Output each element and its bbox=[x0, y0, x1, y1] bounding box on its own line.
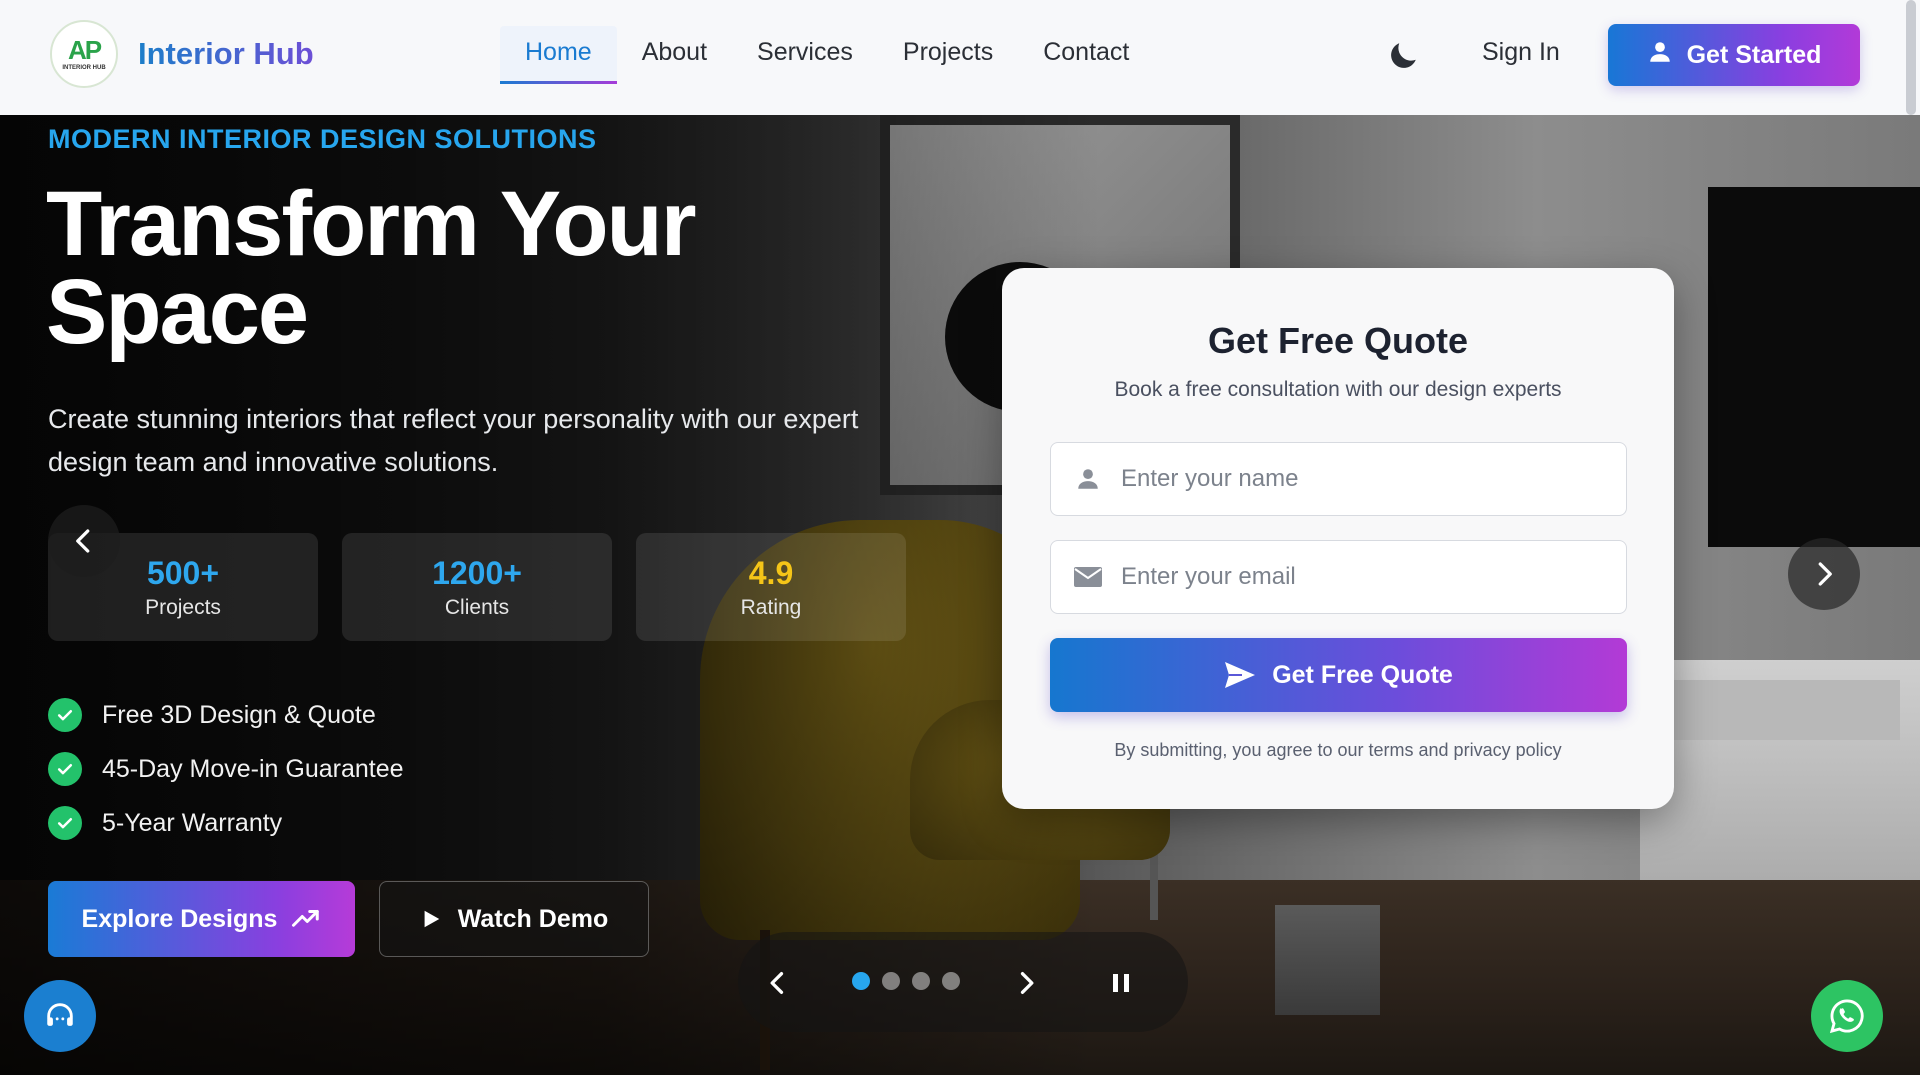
get-free-quote-button[interactable]: Get Free Quote bbox=[1050, 638, 1627, 712]
logo-mark: AP bbox=[67, 35, 102, 65]
sign-in-link[interactable]: Sign In bbox=[1482, 38, 1560, 67]
stat-label: Rating bbox=[740, 595, 802, 619]
user-icon bbox=[1073, 464, 1103, 494]
feature-text: 5-Year Warranty bbox=[102, 808, 283, 837]
play-icon bbox=[424, 910, 439, 928]
background-tv bbox=[1708, 187, 1920, 547]
email-field[interactable] bbox=[1050, 540, 1627, 614]
chevron-left-icon bbox=[770, 972, 784, 994]
quote-card: Get Free Quote Book a free consultation … bbox=[1002, 268, 1674, 809]
explore-designs-button[interactable]: Explore Designs bbox=[48, 881, 355, 957]
hero-prev-arrow[interactable] bbox=[48, 505, 120, 577]
side-table bbox=[1275, 905, 1380, 1015]
main-nav: Home About Services Projects Contact bbox=[500, 26, 1154, 84]
chevron-right-icon bbox=[1020, 972, 1034, 994]
stat-rating: 4.9 Rating bbox=[636, 533, 906, 641]
cabinet-shelf bbox=[1660, 680, 1900, 740]
mail-icon bbox=[1073, 562, 1103, 592]
brand-name[interactable]: Interior Hub bbox=[138, 36, 314, 72]
nav-about[interactable]: About bbox=[617, 26, 732, 82]
feature-item: 5-Year Warranty bbox=[48, 796, 404, 850]
feature-item: Free 3D Design & Quote bbox=[48, 688, 404, 742]
nav-projects[interactable]: Projects bbox=[878, 26, 1018, 82]
slide-dot-2[interactable] bbox=[882, 972, 900, 990]
stat-label: Clients bbox=[444, 595, 510, 619]
check-circle-icon bbox=[48, 752, 82, 786]
slider-pause-button[interactable] bbox=[1101, 963, 1141, 1003]
check-circle-icon bbox=[48, 806, 82, 840]
support-chat-button[interactable] bbox=[24, 980, 96, 1052]
hero-subtext: Create stunning interiors that reflect y… bbox=[48, 404, 859, 477]
send-icon bbox=[1225, 662, 1256, 688]
pause-icon bbox=[1113, 974, 1129, 992]
slide-dot-3[interactable] bbox=[912, 972, 930, 990]
brand-logo[interactable]: AP INTERIOR HUB bbox=[50, 20, 118, 88]
moon-icon[interactable] bbox=[1385, 38, 1421, 74]
chevron-left-icon bbox=[76, 529, 90, 553]
nav-home[interactable]: Home bbox=[500, 26, 617, 84]
user-icon bbox=[1647, 39, 1673, 72]
quote-title: Get Free Quote bbox=[1207, 320, 1469, 361]
stat-label: Projects bbox=[145, 595, 221, 619]
slide-dot-4[interactable] bbox=[942, 972, 960, 990]
submit-label: Get Free Quote bbox=[1272, 660, 1453, 689]
site-header: AP INTERIOR HUB Interior Hub Home About … bbox=[0, 0, 1920, 115]
stat-value: 500+ bbox=[146, 554, 220, 591]
chevron-right-icon bbox=[1818, 562, 1832, 586]
feature-text: Free 3D Design & Quote bbox=[102, 700, 376, 729]
explore-label: Explore Designs bbox=[81, 904, 278, 933]
feature-list: Free 3D Design & Quote 45-Day Move-in Gu… bbox=[48, 688, 404, 850]
slider-prev-button[interactable] bbox=[758, 963, 798, 1003]
feature-item: 45-Day Move-in Guarantee bbox=[48, 742, 404, 796]
whatsapp-button[interactable] bbox=[1811, 980, 1883, 1052]
logo-caption: INTERIOR HUB bbox=[62, 65, 106, 71]
stat-clients: 1200+ Clients bbox=[342, 533, 612, 641]
hero-headline: Transform Your Space bbox=[46, 178, 866, 358]
terms-note: By submitting, you agree to our terms an… bbox=[1114, 740, 1562, 760]
watch-demo-button[interactable]: Watch Demo bbox=[379, 881, 649, 957]
trending-up-icon bbox=[292, 910, 320, 927]
stat-value: 4.9 bbox=[748, 554, 794, 591]
email-input[interactable] bbox=[1121, 563, 1601, 591]
headset-icon bbox=[47, 1003, 73, 1026]
nav-contact[interactable]: Contact bbox=[1018, 26, 1154, 82]
scrollbar-thumb[interactable] bbox=[1906, 0, 1916, 115]
headline-line-2: Space bbox=[46, 261, 309, 363]
slider-next-button[interactable] bbox=[1006, 963, 1046, 1003]
hero-eyebrow: MODERN INTERIOR DESIGN SOLUTIONS bbox=[48, 124, 597, 154]
whatsapp-icon bbox=[1829, 999, 1864, 1034]
name-input[interactable] bbox=[1121, 465, 1601, 493]
feature-text: 45-Day Move-in Guarantee bbox=[102, 754, 404, 783]
get-started-label: Get Started bbox=[1686, 40, 1822, 69]
get-started-button[interactable]: Get Started bbox=[1608, 24, 1860, 86]
watch-demo-label: Watch Demo bbox=[457, 904, 609, 933]
name-field[interactable] bbox=[1050, 442, 1627, 516]
slide-dot-1[interactable] bbox=[852, 972, 870, 990]
check-circle-icon bbox=[48, 698, 82, 732]
logo-letters: AP bbox=[67, 35, 102, 65]
stat-value: 1200+ bbox=[432, 554, 522, 591]
quote-subtitle: Book a free consultation with our design… bbox=[1114, 378, 1562, 401]
hero-next-arrow[interactable] bbox=[1788, 538, 1860, 610]
headline-line-1: Transform Your bbox=[46, 173, 697, 275]
nav-services[interactable]: Services bbox=[732, 26, 878, 82]
